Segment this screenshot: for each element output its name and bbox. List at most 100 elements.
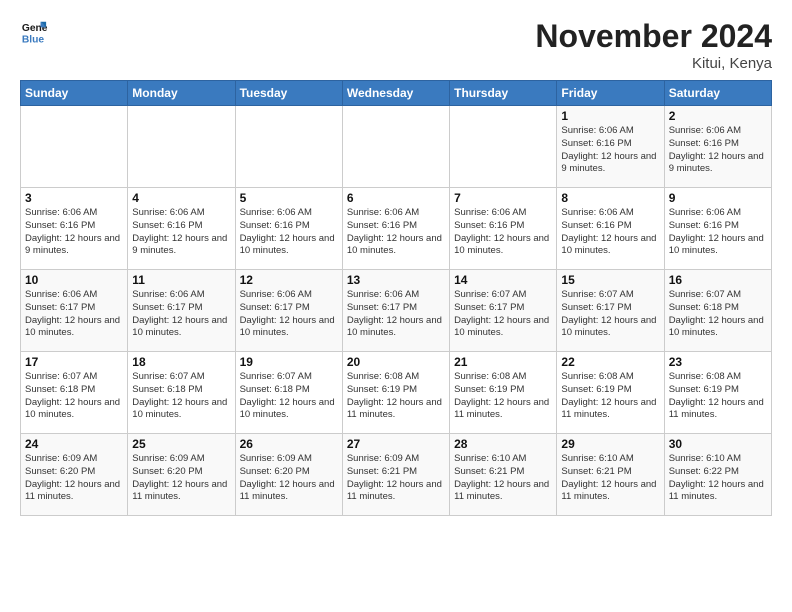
cell-info: Sunrise: 6:06 AM Sunset: 6:16 PM Dayligh… — [454, 207, 552, 258]
page-header: General Blue November 2024 Kitui, Kenya — [20, 18, 772, 72]
calendar-cell: 6 Sunrise: 6:06 AM Sunset: 6:16 PM Daylig… — [342, 188, 449, 270]
day-number: 26 — [240, 437, 338, 451]
calendar-cell: 30 Sunrise: 6:10 AM Sunset: 6:22 PM Dayli… — [664, 434, 771, 516]
day-number: 20 — [347, 355, 445, 369]
day-number: 6 — [347, 191, 445, 205]
calendar-cell — [450, 106, 557, 188]
day-number: 22 — [561, 355, 659, 369]
day-number: 2 — [669, 109, 767, 123]
calendar-cell — [21, 106, 128, 188]
calendar-cell: 29 Sunrise: 6:10 AM Sunset: 6:21 PM Dayli… — [557, 434, 664, 516]
day-number: 30 — [669, 437, 767, 451]
cell-info: Sunrise: 6:06 AM Sunset: 6:16 PM Dayligh… — [669, 125, 767, 176]
cell-info: Sunrise: 6:06 AM Sunset: 6:17 PM Dayligh… — [347, 289, 445, 340]
day-number: 8 — [561, 191, 659, 205]
calendar-table: Sunday Monday Tuesday Wednesday Thursday… — [20, 80, 772, 516]
logo-icon: General Blue — [20, 18, 48, 46]
cell-info: Sunrise: 6:06 AM Sunset: 6:16 PM Dayligh… — [132, 207, 230, 258]
day-number: 12 — [240, 273, 338, 287]
cell-info: Sunrise: 6:09 AM Sunset: 6:20 PM Dayligh… — [132, 453, 230, 504]
cell-info: Sunrise: 6:08 AM Sunset: 6:19 PM Dayligh… — [454, 371, 552, 422]
calendar-cell: 16Sunrise: 6:07 AM Sunset: 6:18 PM Dayli… — [664, 270, 771, 352]
day-number: 23 — [669, 355, 767, 369]
cell-info: Sunrise: 6:06 AM Sunset: 6:16 PM Dayligh… — [347, 207, 445, 258]
calendar-cell: 19Sunrise: 6:07 AM Sunset: 6:18 PM Dayli… — [235, 352, 342, 434]
day-number: 13 — [347, 273, 445, 287]
day-number: 25 — [132, 437, 230, 451]
day-number: 9 — [669, 191, 767, 205]
calendar-cell: 2 Sunrise: 6:06 AM Sunset: 6:16 PM Daylig… — [664, 106, 771, 188]
cell-info: Sunrise: 6:09 AM Sunset: 6:20 PM Dayligh… — [25, 453, 123, 504]
calendar-cell: 14 Sunrise: 6:07 AM Sunset: 6:17 PM Dayli… — [450, 270, 557, 352]
svg-text:Blue: Blue — [22, 34, 45, 45]
logo: General Blue — [20, 18, 48, 46]
cell-info: Sunrise: 6:08 AM Sunset: 6:19 PM Dayligh… — [669, 371, 767, 422]
cell-info: Sunrise: 6:06 AM Sunset: 6:17 PM Dayligh… — [240, 289, 338, 340]
calendar-cell: 9 Sunrise: 6:06 AM Sunset: 6:16 PM Daylig… — [664, 188, 771, 270]
day-number: 17 — [25, 355, 123, 369]
cell-info: Sunrise: 6:10 AM Sunset: 6:21 PM Dayligh… — [561, 453, 659, 504]
calendar-cell: 17 Sunrise: 6:07 AM Sunset: 6:18 PM Dayli… — [21, 352, 128, 434]
col-thursday: Thursday — [450, 81, 557, 106]
month-title: November 2024 — [535, 18, 772, 55]
calendar-cell: 5 Sunrise: 6:06 AM Sunset: 6:16 PM Daylig… — [235, 188, 342, 270]
calendar-week-row: 10 Sunrise: 6:06 AM Sunset: 6:17 PM Dayli… — [21, 270, 772, 352]
calendar-cell: 25 Sunrise: 6:09 AM Sunset: 6:20 PM Dayli… — [128, 434, 235, 516]
day-number: 7 — [454, 191, 552, 205]
calendar-cell: 12 Sunrise: 6:06 AM Sunset: 6:17 PM Dayli… — [235, 270, 342, 352]
cell-info: Sunrise: 6:06 AM Sunset: 6:17 PM Dayligh… — [25, 289, 123, 340]
calendar-week-row: 17 Sunrise: 6:07 AM Sunset: 6:18 PM Dayli… — [21, 352, 772, 434]
cell-info: Sunrise: 6:09 AM Sunset: 6:20 PM Dayligh… — [240, 453, 338, 504]
calendar-cell: 7 Sunrise: 6:06 AM Sunset: 6:16 PM Daylig… — [450, 188, 557, 270]
cell-info: Sunrise: 6:07 AM Sunset: 6:18 PM Dayligh… — [669, 289, 767, 340]
cell-info: Sunrise: 6:07 AM Sunset: 6:18 PM Dayligh… — [25, 371, 123, 422]
title-block: November 2024 Kitui, Kenya — [535, 18, 772, 72]
cell-info: Sunrise: 6:06 AM Sunset: 6:16 PM Dayligh… — [25, 207, 123, 258]
calendar-cell: 1Sunrise: 6:06 AM Sunset: 6:16 PM Daylig… — [557, 106, 664, 188]
day-number: 11 — [132, 273, 230, 287]
day-number: 21 — [454, 355, 552, 369]
cell-info: Sunrise: 6:07 AM Sunset: 6:17 PM Dayligh… — [454, 289, 552, 340]
calendar-week-row: 1 Sunrise: 6:06 AM Sunset: 6:16 PM Daylig… — [21, 106, 772, 188]
calendar-cell: 28Sunrise: 6:10 AM Sunset: 6:21 PM Dayli… — [450, 434, 557, 516]
day-number: 19 — [240, 355, 338, 369]
cell-info: Sunrise: 6:10 AM Sunset: 6:22 PM Dayligh… — [669, 453, 767, 504]
calendar-cell — [235, 106, 342, 188]
cell-info: Sunrise: 6:06 AM Sunset: 6:16 PM Dayligh… — [240, 207, 338, 258]
calendar-cell: 23 Sunrise: 6:08 AM Sunset: 6:19 PM Dayli… — [664, 352, 771, 434]
day-number: 1 — [561, 109, 659, 123]
cell-info: Sunrise: 6:06 AM Sunset: 6:16 PM Dayligh… — [669, 207, 767, 258]
day-number: 3 — [25, 191, 123, 205]
calendar-cell: 3 Sunrise: 6:06 AM Sunset: 6:16 PM Daylig… — [21, 188, 128, 270]
day-number: 15 — [561, 273, 659, 287]
cell-info: Sunrise: 6:08 AM Sunset: 6:19 PM Dayligh… — [561, 371, 659, 422]
calendar-week-row: 3 Sunrise: 6:06 AM Sunset: 6:16 PM Daylig… — [21, 188, 772, 270]
calendar-cell: 24 Sunrise: 6:09 AM Sunset: 6:20 PM Dayli… — [21, 434, 128, 516]
calendar-cell: 26 Sunrise: 6:09 AM Sunset: 6:20 PM Dayli… — [235, 434, 342, 516]
calendar-cell: 27 Sunrise: 6:09 AM Sunset: 6:21 PM Dayli… — [342, 434, 449, 516]
cell-info: Sunrise: 6:06 AM Sunset: 6:17 PM Dayligh… — [132, 289, 230, 340]
calendar-cell: 4 Sunrise: 6:06 AM Sunset: 6:16 PM Daylig… — [128, 188, 235, 270]
day-number: 18 — [132, 355, 230, 369]
calendar-cell: 15Sunrise: 6:07 AM Sunset: 6:17 PM Dayli… — [557, 270, 664, 352]
day-number: 29 — [561, 437, 659, 451]
col-sunday: Sunday — [21, 81, 128, 106]
day-number: 5 — [240, 191, 338, 205]
calendar-cell — [342, 106, 449, 188]
col-monday: Monday — [128, 81, 235, 106]
calendar-cell: 18 Sunrise: 6:07 AM Sunset: 6:18 PM Dayli… — [128, 352, 235, 434]
day-number: 10 — [25, 273, 123, 287]
calendar-cell: 10 Sunrise: 6:06 AM Sunset: 6:17 PM Dayli… — [21, 270, 128, 352]
calendar-week-row: 24 Sunrise: 6:09 AM Sunset: 6:20 PM Dayli… — [21, 434, 772, 516]
calendar-cell: 11 Sunrise: 6:06 AM Sunset: 6:17 PM Dayli… — [128, 270, 235, 352]
calendar-cell: 21 Sunrise: 6:08 AM Sunset: 6:19 PM Dayli… — [450, 352, 557, 434]
day-number: 4 — [132, 191, 230, 205]
day-number: 27 — [347, 437, 445, 451]
day-number: 24 — [25, 437, 123, 451]
cell-info: Sunrise: 6:09 AM Sunset: 6:21 PM Dayligh… — [347, 453, 445, 504]
calendar-cell: 20Sunrise: 6:08 AM Sunset: 6:19 PM Dayli… — [342, 352, 449, 434]
col-friday: Friday — [557, 81, 664, 106]
cell-info: Sunrise: 6:07 AM Sunset: 6:18 PM Dayligh… — [132, 371, 230, 422]
day-number: 14 — [454, 273, 552, 287]
day-number: 28 — [454, 437, 552, 451]
